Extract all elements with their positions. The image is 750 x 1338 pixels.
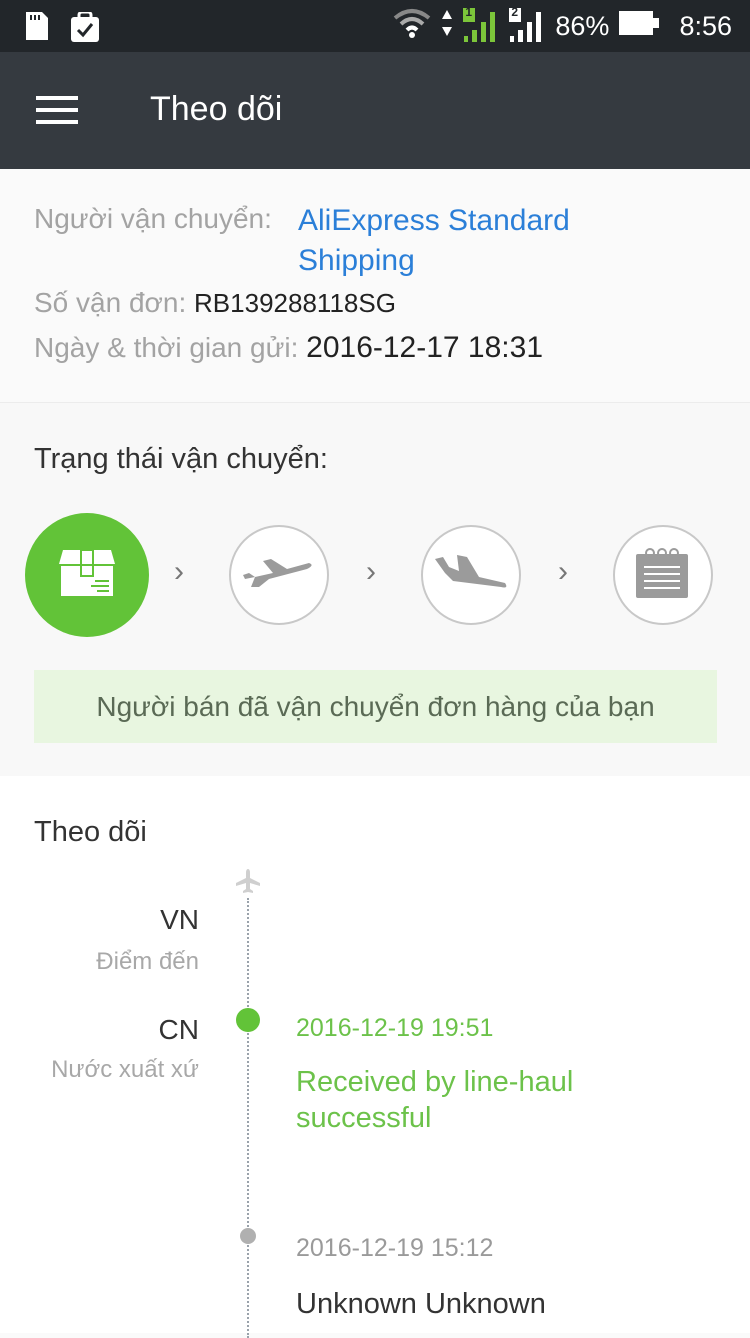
shipped-date-label: Ngày & thời gian gửi: [34,332,299,363]
carrier-label: Người vận chuyển: [34,203,272,234]
sim1-signal-icon: 1 [463,5,499,44]
battery-percent: 86% [555,10,610,41]
destination-label: Điểm đến [96,948,199,975]
tracking-number-value: RB139288118SG [194,288,396,318]
origin-country: CN [158,1014,199,1045]
sim2-signal-icon: 2 [509,5,545,44]
status-bar: 1 2 86% 8:56 [0,0,750,52]
status-banner: Người bán đã vận chuyển đơn hàng của bạn [34,670,717,743]
app-bar: Theo dõi [0,52,750,169]
clock: 8:56 [679,10,732,41]
step-arrived [421,525,521,625]
shipping-status-title: Trạng thái vận chuyển: [34,443,328,475]
carrier-link[interactable]: AliExpress Standard Shipping [298,201,628,281]
step-delivered [613,525,713,625]
hamburger-menu-icon[interactable] [36,94,80,126]
shipment-info: Người vận chuyển: AliExpress Standard Sh… [0,169,750,403]
chevron-right-icon: › [366,555,376,588]
notepad-icon [636,547,690,603]
shipping-status-section: Trạng thái vận chuyển: › › › Người bán đ… [0,403,750,776]
destination-country: VN [160,904,199,935]
page-title: Theo dõi [150,90,283,128]
sd-card-icon [26,12,48,47]
data-arrows-icon [441,8,453,45]
wifi-icon [393,8,431,45]
timeline-line [247,898,249,1338]
event-time: 2016-12-19 15:12 [296,1234,494,1262]
chevron-right-icon: › [174,555,184,588]
tracking-title: Theo dõi [34,816,147,848]
package-icon [59,548,115,601]
origin-label: Nước xuất xứ [51,1056,199,1083]
battery-icon [619,9,661,44]
step-departed [229,525,329,625]
chevron-right-icon: › [558,555,568,588]
step-shipped [25,513,149,637]
clipboard-check-icon [70,10,100,47]
carrier-row: Người vận chuyển: [34,203,272,235]
plane-icon [235,868,261,899]
shipped-date-row: Ngày & thời gian gửi: 2016-12-17 18:31 [34,331,543,365]
event-description: Received by line-haul successful [296,1066,574,1134]
tracking-section: Theo dõi VN Điểm đến CN Nước xuất xứ 201… [0,776,750,1338]
sim2-label: 2 [511,5,519,19]
plane-takeoff-icon [241,555,317,596]
event-description: Unknown Unknown [296,1288,546,1320]
sim1-label: 1 [465,5,473,19]
event-time: 2016-12-19 19:51 [296,1014,494,1042]
plane-landing-icon [433,553,509,598]
tracking-number-row: Số vận đơn: RB139288118SG [34,287,396,319]
shipped-date-value: 2016-12-17 18:31 [306,331,544,364]
tracking-number-label: Số vận đơn: [34,287,187,318]
timeline-dot [240,1228,256,1244]
timeline-dot-latest [236,1008,260,1032]
